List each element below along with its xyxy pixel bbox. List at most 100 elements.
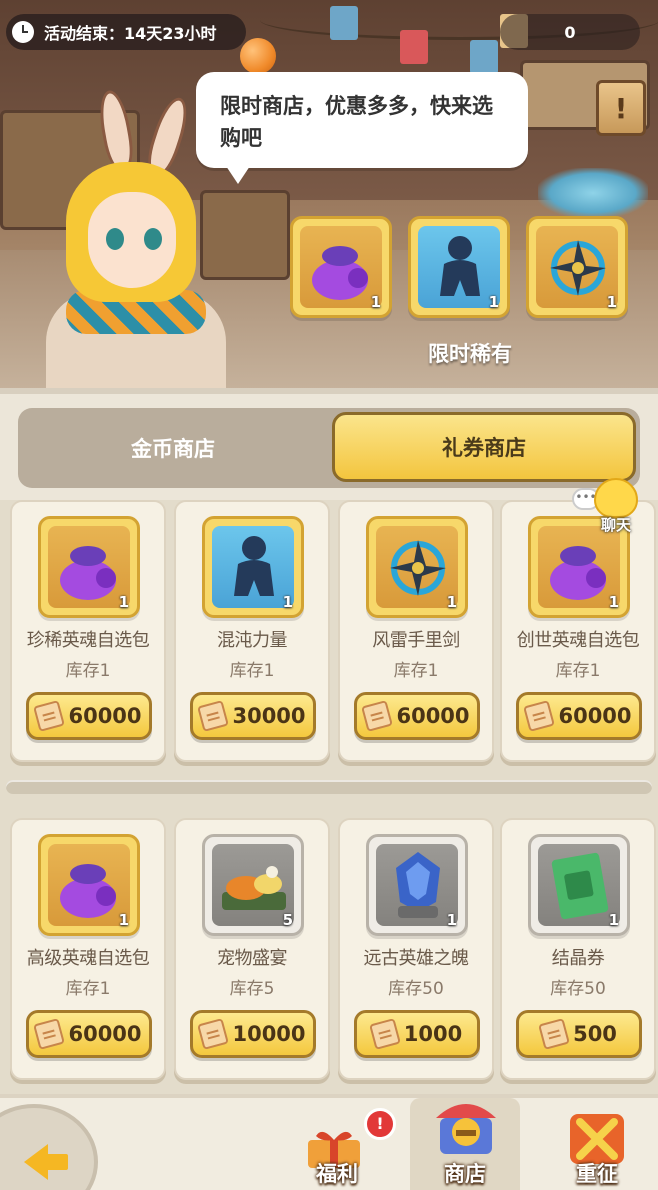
coupon-ticket-icon — [33, 1018, 66, 1050]
item-count: 1 — [608, 911, 619, 929]
item-price: 1000 — [403, 1022, 463, 1046]
notification-bell-icon: ! — [364, 1108, 396, 1140]
item-count: 1 — [606, 293, 617, 311]
buy-button[interactable]: 500 — [516, 1010, 642, 1058]
nav-expedition[interactable]: 重征 — [542, 1098, 652, 1190]
item-name: 混沌力量 — [217, 630, 288, 651]
item-stock: 库存50 — [550, 979, 606, 999]
item-count: 1 — [446, 911, 457, 929]
event-timer-text: 活动结束：14天23小时 — [44, 24, 217, 43]
item-name: 珍稀英魂自选包 — [26, 630, 150, 651]
coupon-ticket-icon — [538, 1018, 570, 1050]
item-icon-frame: 1 — [38, 516, 140, 618]
back-arrow-tail — [46, 1154, 68, 1170]
crystal-pile-decoration — [538, 168, 648, 218]
item-count: 1 — [488, 293, 499, 311]
nav-expedition-label: 重征 — [576, 1162, 618, 1186]
item-stock: 库存1 — [555, 661, 601, 681]
clock-icon — [12, 21, 34, 43]
back-arrow-icon — [24, 1144, 48, 1180]
shopkeeper-npc — [36, 88, 236, 388]
bottom-nav: ! 福利 商店 重征 — [0, 1094, 658, 1190]
item-count: 1 — [608, 593, 619, 611]
shop-banner: 活动结束：14天23小时 0 限时商店，优惠多多，快来选购吧 ! 1 1 1 限… — [0, 0, 658, 388]
chat-button[interactable]: ••• 聊天 — [572, 478, 642, 538]
buy-button[interactable]: 60000 — [354, 692, 480, 740]
shop-item-card[interactable]: 1 风雷手里剑 库存1 60000 — [338, 500, 494, 762]
tab-coupon-shop[interactable]: 礼券商店 — [332, 412, 636, 482]
item-icon-frame: 1 — [366, 516, 468, 618]
item-name: 高级英魂自选包 — [26, 948, 150, 969]
nav-shop[interactable]: 商店 — [410, 1098, 520, 1190]
item-icon-frame: 1 — [202, 516, 304, 618]
nav-welfare-label: 福利 — [316, 1162, 358, 1186]
npc-speech-text: 限时商店，优惠多多，快来选购吧 — [220, 94, 493, 150]
coupon-ticket-icon — [523, 700, 556, 732]
limited-rare-items: 1 1 1 — [290, 216, 628, 318]
item-icon-frame: 5 — [202, 834, 304, 936]
item-price: 10000 — [232, 1022, 306, 1046]
item-stock: 库存1 — [393, 661, 439, 681]
smiley-chat-icon — [594, 478, 638, 518]
item-count: 1 — [370, 293, 381, 311]
item-name: 宠物盛宴 — [217, 948, 288, 969]
info-icon: ! — [614, 91, 628, 125]
npc-eye — [106, 228, 124, 250]
item-count: 5 — [282, 911, 293, 929]
item-name: 创世英魂自选包 — [516, 630, 640, 651]
info-button[interactable]: ! — [596, 80, 646, 136]
tab-gold-shop-label: 金币商店 — [131, 437, 215, 461]
shop-item-card[interactable]: 1 结晶券 库存50 500 — [500, 818, 656, 1080]
event-timer: 活动结束：14天23小时 — [6, 14, 246, 50]
item-stock: 库存5 — [229, 979, 275, 999]
shop-item-card[interactable]: 1 混沌力量 库存1 30000 — [174, 500, 330, 762]
item-name: 远古英雄之魄 — [363, 948, 470, 969]
item-stock: 库存1 — [229, 661, 275, 681]
shop-item-card[interactable]: 1 创世英魂自选包 库存1 60000 — [500, 500, 656, 762]
chat-label: 聊天 — [600, 516, 631, 534]
currency-value: 0 — [564, 22, 576, 42]
shop-stall-icon — [436, 1104, 496, 1154]
hanging-flag-icon — [400, 30, 428, 64]
item-price: 60000 — [68, 1022, 142, 1046]
rare-item-slot[interactable]: 1 — [408, 216, 510, 318]
back-button[interactable] — [0, 1104, 98, 1190]
coupon-ticket-icon — [197, 700, 230, 732]
tab-gold-shop[interactable]: 金币商店 — [18, 408, 328, 488]
buy-button[interactable]: 10000 — [190, 1010, 316, 1058]
buy-button[interactable]: 60000 — [26, 1010, 152, 1058]
item-count: 1 — [446, 593, 457, 611]
item-price: 60000 — [396, 704, 470, 728]
buy-button[interactable]: 60000 — [516, 692, 642, 740]
tab-track: 金币商店 礼券商店 — [18, 408, 640, 488]
coupon-ticket-icon — [361, 700, 394, 732]
shop-item-card[interactable]: 1 珍稀英魂自选包 库存1 60000 — [10, 500, 166, 762]
hanging-flag-icon — [330, 6, 358, 40]
npc-face — [88, 192, 176, 288]
shop-item-card[interactable]: 5 宠物盛宴 库存5 10000 — [174, 818, 330, 1080]
item-count: 1 — [282, 593, 293, 611]
shop-item-card[interactable]: 1 远古英雄之魄 库存50 1000 — [338, 818, 494, 1080]
coupon-ticket-icon — [197, 1018, 230, 1050]
limited-rare-label: 限时稀有 — [428, 342, 512, 366]
buy-button[interactable]: 30000 — [190, 692, 316, 740]
npc-eye — [144, 228, 162, 250]
shop-item-card[interactable]: 1 高级英魂自选包 库存1 60000 — [10, 818, 166, 1080]
item-icon-frame: 1 — [528, 834, 630, 936]
item-icon-frame: 1 — [366, 834, 468, 936]
rare-item-slot[interactable]: 1 — [526, 216, 628, 318]
buy-button[interactable]: 1000 — [354, 1010, 480, 1058]
item-name: 风雷手里剑 — [372, 630, 460, 651]
nav-shop-label: 商店 — [444, 1162, 486, 1186]
buy-button[interactable]: 60000 — [26, 692, 152, 740]
item-count: 1 — [118, 911, 129, 929]
shop-tabs: 金币商店 礼券商店 — [0, 388, 658, 500]
rare-item-slot[interactable]: 1 — [290, 216, 392, 318]
currency-display: 0 — [500, 14, 640, 50]
hanging-flag-icon — [470, 40, 498, 74]
nav-welfare[interactable]: ! 福利 — [282, 1098, 396, 1190]
item-icon-frame: 1 — [38, 834, 140, 936]
row-divider — [6, 780, 652, 794]
tab-coupon-shop-label: 礼券商店 — [442, 436, 526, 460]
coupon-ticket-icon — [368, 1018, 401, 1050]
